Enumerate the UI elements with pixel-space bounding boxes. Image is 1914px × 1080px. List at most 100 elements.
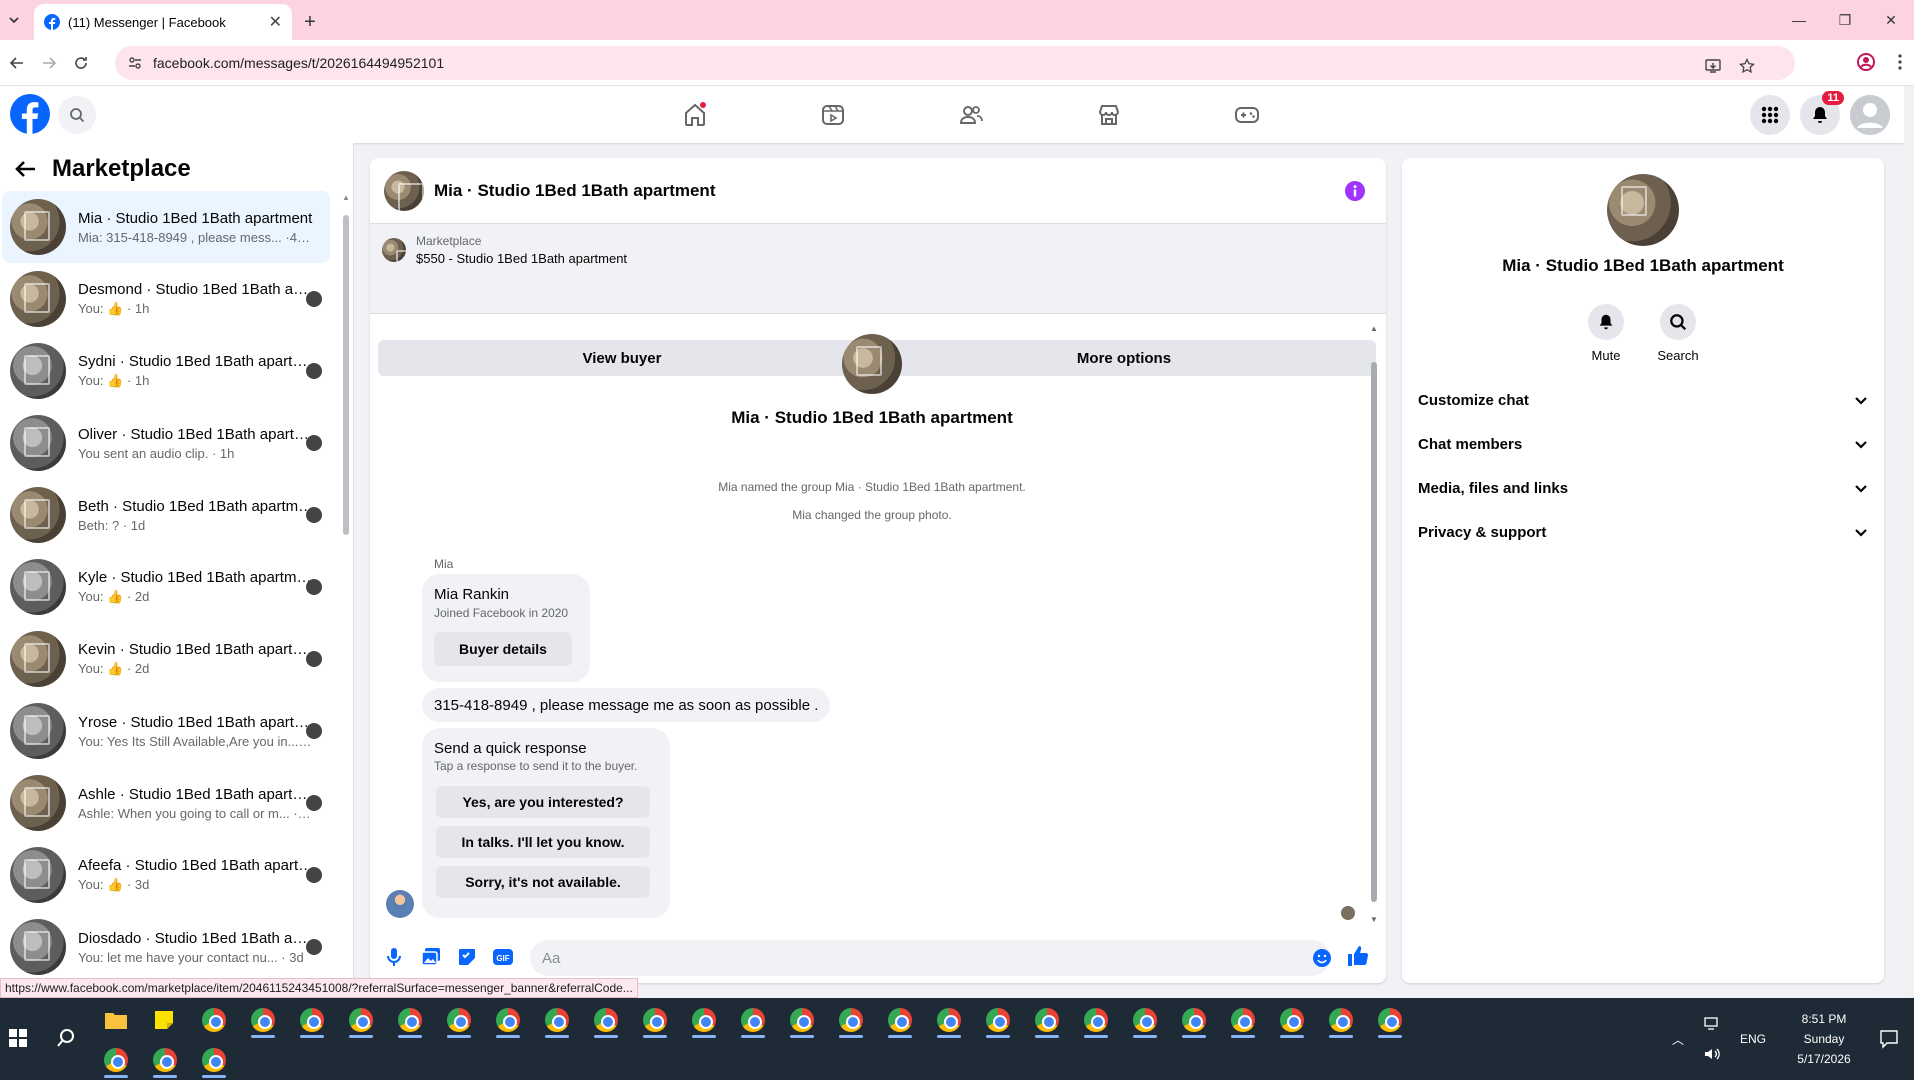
address-bar[interactable]: facebook.com/messages/t/2026164494952101 bbox=[115, 46, 1795, 80]
info-icon[interactable] bbox=[1344, 180, 1366, 202]
nav-home[interactable] bbox=[626, 86, 764, 143]
chat-list-item[interactable]: Ashle · Studio 1Bed 1Bath apartment Ashle… bbox=[2, 767, 330, 839]
buyer-details-button[interactable]: Buyer details bbox=[434, 632, 572, 666]
chat-list-item[interactable]: Sydni · Studio 1Bed 1Bath apartment You: … bbox=[2, 335, 330, 407]
facebook-search-button[interactable] bbox=[58, 96, 96, 134]
emoji-icon[interactable] bbox=[1312, 948, 1332, 968]
chat-list-item[interactable]: Kevin · Studio 1Bed 1Bath apartment You: … bbox=[2, 623, 330, 695]
scroll-down-icon[interactable]: ▼ bbox=[1370, 915, 1378, 924]
chrome-window-icon[interactable] bbox=[192, 1000, 236, 1040]
chrome-window-icon[interactable] bbox=[94, 1040, 138, 1080]
chrome-window-icon[interactable] bbox=[780, 1000, 824, 1040]
chat-list-item[interactable]: Beth · Studio 1Bed 1Bath apartment Beth: … bbox=[2, 479, 330, 551]
account-avatar[interactable] bbox=[1850, 95, 1890, 135]
chrome-window-icon[interactable] bbox=[486, 1000, 530, 1040]
chrome-window-icon[interactable] bbox=[927, 1000, 971, 1040]
quick-reply-button[interactable]: Yes, are you interested? bbox=[436, 786, 650, 818]
notifications-button[interactable]: 11 bbox=[1800, 91, 1844, 135]
taskbar-search-icon[interactable] bbox=[48, 1016, 84, 1060]
chrome-window-icon[interactable] bbox=[633, 1000, 677, 1040]
network-icon[interactable] bbox=[1704, 1017, 1722, 1031]
mute-button[interactable]: Mute bbox=[1566, 304, 1646, 363]
like-icon[interactable] bbox=[1346, 944, 1370, 968]
chrome-window-icon[interactable] bbox=[829, 1000, 873, 1040]
site-settings-icon[interactable] bbox=[127, 55, 143, 71]
chrome-window-icon[interactable] bbox=[976, 1000, 1020, 1040]
chrome-window-icon[interactable] bbox=[682, 1000, 726, 1040]
reload-icon[interactable] bbox=[66, 48, 96, 78]
chat-list-item[interactable]: Kyle · Studio 1Bed 1Bath apartment You: 👍… bbox=[2, 551, 330, 623]
chrome-window-icon[interactable] bbox=[1319, 1000, 1363, 1040]
nav-video[interactable] bbox=[764, 86, 902, 143]
chrome-window-icon[interactable] bbox=[1221, 1000, 1265, 1040]
chrome-window-icon[interactable] bbox=[535, 1000, 579, 1040]
chrome-window-icon[interactable] bbox=[731, 1000, 775, 1040]
chrome-window-icon[interactable] bbox=[143, 1040, 187, 1080]
chat-list-item[interactable]: Diosdado · Studio 1Bed 1Bath apartment Yo… bbox=[2, 911, 330, 983]
menu-button[interactable] bbox=[1750, 95, 1790, 135]
chrome-window-icon[interactable] bbox=[1270, 1000, 1314, 1040]
chrome-window-icon[interactable] bbox=[584, 1000, 628, 1040]
browser-profile-icon[interactable] bbox=[1856, 52, 1876, 72]
forward-icon[interactable] bbox=[34, 48, 64, 78]
nav-marketplace[interactable] bbox=[1040, 86, 1178, 143]
notification-center-icon[interactable] bbox=[1864, 1029, 1914, 1049]
chevron-up-icon[interactable]: ︿ bbox=[1672, 1031, 1684, 1048]
restore-icon[interactable]: ❐ bbox=[1822, 0, 1868, 40]
chrome-window-icon[interactable] bbox=[388, 1000, 432, 1040]
back-arrow-icon[interactable] bbox=[14, 160, 36, 178]
bookmark-star-icon[interactable] bbox=[1739, 58, 1755, 74]
close-window-icon[interactable]: ✕ bbox=[1868, 0, 1914, 40]
sticky-notes-icon[interactable] bbox=[142, 1000, 186, 1040]
chrome-window-icon[interactable] bbox=[437, 1000, 481, 1040]
nav-gaming[interactable] bbox=[1178, 86, 1316, 143]
chrome-window-icon[interactable] bbox=[192, 1040, 236, 1080]
scroll-thumb[interactable] bbox=[1371, 362, 1377, 902]
install-app-icon[interactable] bbox=[1705, 58, 1721, 74]
chrome-window-icon[interactable] bbox=[1025, 1000, 1069, 1040]
volume-icon[interactable] bbox=[1704, 1047, 1722, 1061]
chat-list-scrollbar[interactable]: ▲ bbox=[342, 193, 350, 993]
accordion-customize-chat[interactable]: Customize chat bbox=[1418, 392, 1868, 409]
chrome-window-icon[interactable] bbox=[1172, 1000, 1216, 1040]
chrome-window-icon[interactable] bbox=[290, 1000, 334, 1040]
chat-list-item[interactable]: Yrose · Studio 1Bed 1Bath apartment You: … bbox=[2, 695, 330, 767]
close-tab-icon[interactable]: ✕ bbox=[269, 12, 282, 32]
accordion-media-files[interactable]: Media, files and links bbox=[1418, 480, 1868, 497]
gif-icon[interactable]: GIF bbox=[492, 946, 514, 968]
windows-start-icon[interactable] bbox=[0, 1016, 36, 1060]
nav-friends[interactable] bbox=[902, 86, 1040, 143]
chat-list-item[interactable]: Afeefa · Studio 1Bed 1Bath apartment You:… bbox=[2, 839, 330, 911]
message-bubble[interactable]: 315-418-8949 , please message me as soon… bbox=[422, 688, 831, 722]
accordion-chat-members[interactable]: Chat members bbox=[1418, 436, 1868, 453]
scroll-thumb[interactable] bbox=[343, 215, 349, 535]
minimize-icon[interactable]: — bbox=[1776, 0, 1822, 40]
chrome-window-icon[interactable] bbox=[1123, 1000, 1167, 1040]
microphone-icon[interactable] bbox=[384, 946, 404, 968]
quick-reply-button[interactable]: In talks. I'll let you know. bbox=[436, 826, 650, 858]
chrome-window-icon[interactable] bbox=[1368, 1000, 1412, 1040]
message-scrollbar[interactable]: ▲ ▼ bbox=[1368, 324, 1380, 924]
facebook-logo-icon[interactable] bbox=[10, 94, 50, 134]
browser-menu-icon[interactable] bbox=[1898, 54, 1902, 70]
browser-tab[interactable]: (11) Messenger | Facebook ✕ bbox=[34, 4, 292, 40]
chrome-window-icon[interactable] bbox=[241, 1000, 285, 1040]
chat-list-item[interactable]: Desmond · Studio 1Bed 1Bath apartment You… bbox=[2, 263, 330, 335]
search-in-chat-button[interactable]: Search bbox=[1638, 304, 1718, 363]
chat-list-item[interactable]: Mia · Studio 1Bed 1Bath apartment Mia: 31… bbox=[2, 191, 330, 263]
sticker-icon[interactable] bbox=[456, 946, 478, 968]
scroll-up-icon[interactable]: ▲ bbox=[342, 193, 350, 202]
language-indicator[interactable]: ENG bbox=[1740, 1032, 1766, 1046]
chrome-window-icon[interactable] bbox=[1074, 1000, 1118, 1040]
conversation-header[interactable]: Mia · Studio 1Bed 1Bath apartment bbox=[370, 158, 1386, 224]
accordion-privacy-support[interactable]: Privacy & support bbox=[1418, 524, 1868, 541]
clock[interactable]: 8:51 PM Sunday 5/17/2026 bbox=[1784, 1009, 1864, 1069]
scroll-up-icon[interactable]: ▲ bbox=[1370, 324, 1378, 333]
file-explorer-icon[interactable] bbox=[94, 1000, 138, 1040]
listing-link[interactable]: Marketplace $550 - Studio 1Bed 1Bath apa… bbox=[382, 234, 627, 266]
chrome-window-icon[interactable] bbox=[878, 1000, 922, 1040]
quick-reply-button[interactable]: Sorry, it's not available. bbox=[436, 866, 650, 898]
new-tab-button[interactable]: + bbox=[292, 4, 328, 40]
tab-search-icon[interactable] bbox=[0, 0, 28, 40]
photo-icon[interactable] bbox=[420, 946, 442, 968]
